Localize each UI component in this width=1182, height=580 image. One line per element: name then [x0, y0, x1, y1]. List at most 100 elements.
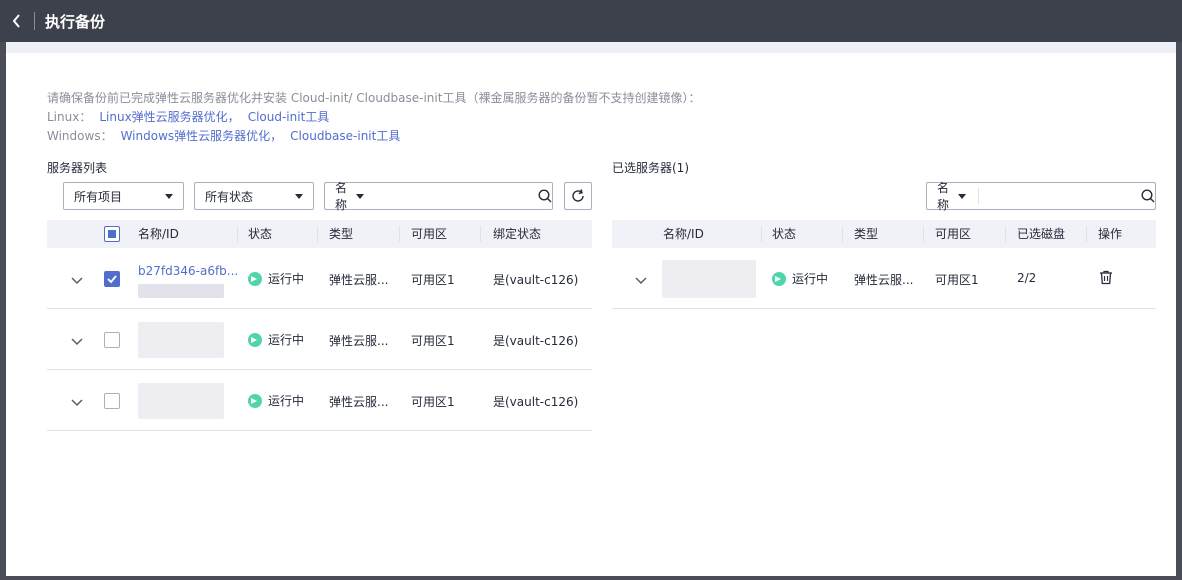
binding-cell: 是(vault-c126) — [493, 395, 579, 409]
back-arrow-icon — [12, 14, 20, 28]
search-field-value: 名称 — [335, 181, 348, 212]
az-cell: 可用区1 — [411, 334, 455, 348]
col-divider — [399, 226, 400, 242]
az-cell: 可用区1 — [411, 273, 455, 287]
chevron-down-icon[interactable] — [69, 272, 85, 288]
search-field-select[interactable]: 名称 — [927, 181, 978, 212]
status-running-icon — [772, 271, 786, 286]
search-icon — [1141, 189, 1155, 203]
search-input[interactable] — [376, 183, 538, 209]
col-name[interactable]: 名称/ID — [138, 220, 179, 248]
status-text: 运行中 — [268, 333, 305, 347]
select-all-checkbox[interactable] — [104, 226, 120, 242]
col-az[interactable]: 可用区 — [935, 220, 971, 248]
linux-optimize-link[interactable]: Linux弹性云服务器优化， — [99, 110, 239, 124]
search-icon — [538, 189, 552, 203]
status-text: 运行中 — [268, 394, 305, 408]
az-cell: 可用区1 — [935, 273, 979, 287]
table-row[interactable]: 运行中 弹性云服... 可用区1 2/2 — [612, 248, 1156, 309]
table-row[interactable]: 运行中 弹性云服... 可用区1 是(vault-c126) — [47, 370, 592, 431]
chevron-down-icon[interactable] — [633, 272, 649, 288]
col-disks[interactable]: 已选磁盘 — [1017, 220, 1065, 248]
project-select[interactable]: 所有项目 — [63, 182, 184, 210]
col-divider — [237, 226, 238, 242]
server-search: 名称 — [324, 181, 553, 212]
redacted-name — [138, 322, 224, 358]
windows-optimize-link[interactable]: Windows弹性云服务器优化， — [121, 129, 283, 143]
status-select[interactable]: 所有状态 — [194, 182, 314, 210]
redacted-name — [662, 260, 756, 298]
caret-down-icon — [958, 193, 967, 199]
table-row[interactable]: b27fd346-a6fb... 运行中 弹性云服... 可用区1 是(vaul… — [47, 248, 592, 309]
type-cell: 弹性云服... — [329, 334, 389, 348]
search-field-select[interactable]: 名称 — [325, 181, 376, 212]
col-name[interactable]: 名称/ID — [663, 220, 704, 248]
refresh-button[interactable] — [564, 182, 592, 210]
binding-cell: 是(vault-c126) — [493, 334, 579, 348]
col-divider — [480, 226, 481, 242]
col-type[interactable]: 类型 — [329, 220, 353, 248]
server-table-header: 名称/ID 状态 类型 可用区 绑定状态 — [47, 220, 592, 248]
server-list-title: 服务器列表 — [47, 161, 108, 175]
col-divider — [842, 226, 843, 242]
status-select-value: 所有状态 — [205, 189, 254, 204]
type-cell: 弹性云服... — [854, 273, 914, 287]
windows-label: Windows： — [47, 129, 113, 143]
status-running-icon — [248, 393, 262, 408]
col-status[interactable]: 状态 — [772, 220, 796, 248]
server-name-link[interactable]: b27fd346-a6fb... — [138, 264, 238, 278]
status-cell: 运行中 — [248, 331, 304, 348]
col-binding[interactable]: 绑定状态 — [493, 220, 541, 248]
col-divider — [1005, 226, 1006, 242]
col-az[interactable]: 可用区 — [411, 220, 447, 248]
binding-cell: 是(vault-c126) — [493, 273, 579, 287]
row-checkbox[interactable] — [104, 271, 120, 287]
backup-panel: 请确保备份前已完成弹性云服务器优化并安装 Cloud-init/ Cloudba… — [6, 42, 1176, 576]
caret-down-icon — [295, 193, 303, 199]
search-button[interactable] — [538, 183, 552, 209]
col-divider — [317, 226, 318, 242]
header-divider — [34, 12, 35, 30]
search-input[interactable] — [978, 183, 1141, 209]
status-cell: 运行中 — [248, 392, 304, 409]
caret-down-icon — [165, 193, 173, 199]
notice: 请确保备份前已完成弹性云服务器优化并安装 Cloud-init/ Cloudba… — [47, 89, 700, 146]
redacted-id — [138, 284, 224, 298]
selected-table-header: 名称/ID 状态 类型 可用区 已选磁盘 操作 — [612, 220, 1156, 248]
status-cell: 运行中 — [772, 270, 828, 287]
page-title: 执行备份 — [45, 12, 106, 31]
col-divider — [923, 226, 924, 242]
col-type[interactable]: 类型 — [854, 220, 878, 248]
type-cell: 弹性云服... — [329, 395, 389, 409]
az-cell: 可用区1 — [411, 395, 455, 409]
col-divider — [1086, 226, 1087, 242]
back-button[interactable] — [0, 0, 34, 42]
row-checkbox[interactable] — [104, 332, 120, 348]
type-cell: 弹性云服... — [329, 273, 389, 287]
notice-linux: Linux： Linux弹性云服务器优化， Cloud-init工具 — [47, 108, 700, 127]
selected-search: 名称 — [926, 181, 1156, 212]
selected-servers-title: 已选服务器(1) — [612, 161, 689, 175]
redacted-name — [138, 383, 224, 419]
table-row[interactable]: 运行中 弹性云服... 可用区1 是(vault-c126) — [47, 309, 592, 370]
top-bar: 执行备份 — [0, 0, 1182, 42]
status-cell: 运行中 — [248, 270, 304, 287]
check-icon — [107, 275, 117, 284]
row-checkbox[interactable] — [104, 393, 120, 409]
chevron-down-icon[interactable] — [69, 333, 85, 349]
disks-cell: 2/2 — [1017, 271, 1037, 285]
search-button[interactable] — [1141, 183, 1155, 209]
caret-down-icon — [355, 193, 364, 199]
col-actions: 操作 — [1098, 227, 1123, 241]
cloudbase-init-link[interactable]: Cloudbase-init工具 — [290, 129, 400, 143]
col-status[interactable]: 状态 — [248, 220, 272, 248]
cloud-init-link[interactable]: Cloud-init工具 — [248, 110, 330, 124]
status-running-icon — [248, 332, 262, 347]
status-text: 运行中 — [792, 272, 829, 286]
project-select-value: 所有项目 — [74, 189, 123, 204]
chevron-down-icon[interactable] — [69, 394, 85, 410]
trash-icon[interactable] — [1099, 270, 1113, 285]
notice-text: 请确保备份前已完成弹性云服务器优化并安装 Cloud-init/ Cloudba… — [47, 91, 701, 105]
col-divider — [761, 226, 762, 242]
status-running-icon — [248, 271, 262, 286]
